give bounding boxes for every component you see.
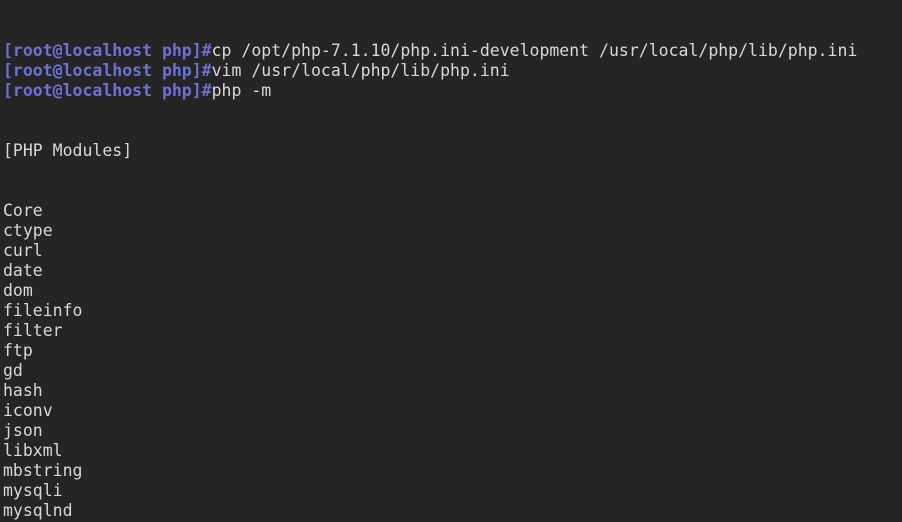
module-line: gd bbox=[3, 361, 902, 381]
module-line: mysqli bbox=[3, 481, 902, 501]
shell-prompt: [root@localhost php]# bbox=[3, 41, 212, 60]
module-name: json bbox=[3, 421, 43, 440]
module-line: libxml bbox=[3, 441, 902, 461]
module-name: ftp bbox=[3, 341, 33, 360]
module-line: dom bbox=[3, 281, 902, 301]
module-line: curl bbox=[3, 241, 902, 261]
module-name: iconv bbox=[3, 401, 53, 420]
command-text: cp /opt/php-7.1.10/php.ini-development /… bbox=[211, 41, 858, 60]
module-line: date bbox=[3, 261, 902, 281]
module-name: libxml bbox=[3, 441, 63, 460]
command-line: [root@localhost php]#cp /opt/php-7.1.10/… bbox=[3, 41, 902, 61]
module-name: hash bbox=[3, 381, 43, 400]
module-name: filter bbox=[3, 321, 63, 340]
module-line: json bbox=[3, 421, 902, 441]
command-history: [root@localhost php]#cp /opt/php-7.1.10/… bbox=[3, 41, 902, 101]
module-name: date bbox=[3, 261, 43, 280]
module-name: mbstring bbox=[3, 461, 83, 480]
module-line: Core bbox=[3, 201, 902, 221]
module-line: hash bbox=[3, 381, 902, 401]
module-line: ctype bbox=[3, 221, 902, 241]
module-line: iconv bbox=[3, 401, 902, 421]
output-header-text: [PHP Modules] bbox=[3, 141, 133, 160]
module-name: mysqli bbox=[3, 481, 63, 500]
module-name: gd bbox=[3, 361, 23, 380]
module-name: dom bbox=[3, 281, 33, 300]
module-name: curl bbox=[3, 241, 43, 260]
command-line: [root@localhost php]#vim /usr/local/php/… bbox=[3, 61, 902, 81]
terminal-screen[interactable]: [root@localhost php]#cp /opt/php-7.1.10/… bbox=[0, 0, 902, 522]
module-line: filter bbox=[3, 321, 902, 341]
shell-prompt: [root@localhost php]# bbox=[3, 81, 212, 100]
php-module-list: Core ctype curl date dom fileinfo filter ftp gd h… bbox=[3, 201, 902, 522]
module-name: Core bbox=[3, 201, 43, 220]
command-line: [root@localhost php]#php -m bbox=[3, 81, 902, 101]
module-line: ftp bbox=[3, 341, 902, 361]
command-text: vim /usr/local/php/lib/php.ini bbox=[211, 61, 510, 80]
shell-prompt: [root@localhost php]# bbox=[3, 61, 212, 80]
module-line: fileinfo bbox=[3, 301, 902, 321]
command-text: php -m bbox=[211, 81, 272, 100]
module-line: mysqlnd bbox=[3, 501, 902, 521]
module-name: ctype bbox=[3, 221, 53, 240]
module-line: mbstring bbox=[3, 461, 902, 481]
output-header-line: [PHP Modules] bbox=[3, 141, 902, 161]
module-name: mysqlnd bbox=[3, 501, 73, 520]
module-name: fileinfo bbox=[3, 301, 83, 320]
